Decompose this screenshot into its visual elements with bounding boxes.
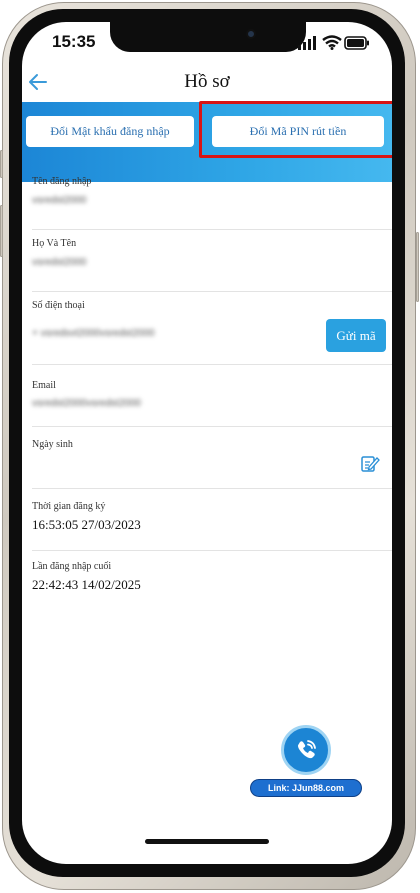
page-title: Hồ sơ: [184, 71, 230, 92]
status-time: 15:35: [52, 32, 96, 51]
signal-icon: [298, 36, 316, 50]
status-bar: 15:35: [22, 22, 392, 68]
field-label: Họ Và Tên: [32, 238, 77, 249]
phone-call-icon: [298, 740, 316, 759]
field-full-name: Họ Và Tên vsredst2000: [22, 230, 392, 292]
field-register-time: Thời gian đăng ký 16:53:05 27/03/2023: [22, 489, 392, 551]
field-label: Lần đăng nhập cuối: [32, 561, 112, 572]
field-value-blurred: vsredst2000vsredst2000: [32, 398, 141, 409]
edit-icon[interactable]: [360, 453, 380, 473]
home-indicator: [145, 839, 269, 844]
notch: [110, 22, 306, 52]
field-email: Email vsredst2000vsredst2000: [22, 365, 392, 427]
camera-icon: [246, 29, 256, 39]
support-call-button[interactable]: [281, 725, 331, 775]
tab-change-login-password[interactable]: Đổi Mật khẩu đăng nhập: [26, 116, 194, 147]
field-label: Tên đăng nhập: [32, 176, 92, 187]
phone-side-button: [0, 150, 3, 178]
status-icons: [298, 35, 369, 51]
tab-change-withdrawal-pin[interactable]: Đổi Mã PIN rút tiền: [212, 116, 384, 147]
battery-icon: [344, 36, 369, 50]
wifi-icon: [322, 35, 342, 50]
field-label: Thời gian đăng ký: [32, 501, 106, 512]
field-birthday: Ngày sinh: [22, 427, 392, 489]
support-link[interactable]: Link: JJun88.com: [250, 779, 362, 797]
field-phone: Số điện thoại + vsredsvt2000vsredst2000 …: [22, 292, 392, 365]
field-value-blurred: vsredst2000: [32, 195, 87, 206]
field-value: 16:53:05 27/03/2023: [32, 517, 141, 532]
header: Hồ sơ: [22, 68, 392, 102]
phone-side-button: [416, 232, 419, 302]
screen: 15:35 Hồ sơ Đổi Mật khẩu đăng nhập Đổi M…: [22, 22, 392, 864]
phone-side-button: [0, 205, 3, 257]
field-value-blurred: vsredst2000: [32, 257, 87, 268]
field-last-login: Lần đăng nhập cuối 22:42:43 14/02/2025: [22, 551, 392, 613]
field-label: Số điện thoại: [32, 300, 85, 311]
field-value: 22:42:43 14/02/2025: [32, 577, 141, 592]
send-code-button[interactable]: Gửi mã: [326, 319, 386, 352]
field-value-blurred: + vsredsvt2000vsredst2000: [32, 328, 155, 339]
field-label: Ngày sinh: [32, 439, 73, 450]
field-username: Tên đăng nhập vsredst2000: [22, 168, 392, 230]
field-label: Email: [32, 380, 56, 391]
